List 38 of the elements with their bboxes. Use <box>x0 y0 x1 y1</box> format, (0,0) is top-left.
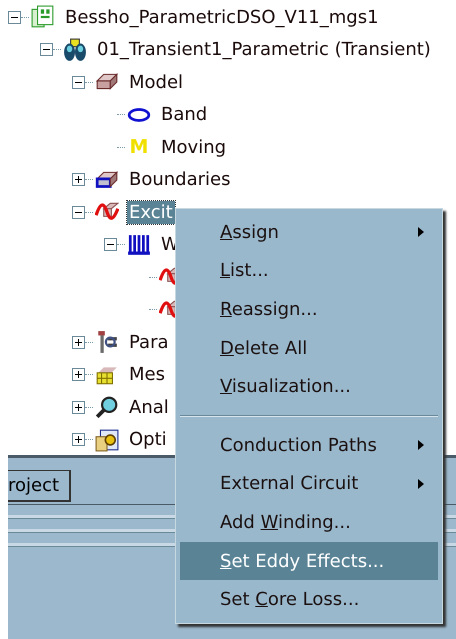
comb-icon <box>127 232 151 257</box>
expander-toggle[interactable] <box>104 238 117 252</box>
menu-item[interactable]: List... <box>180 252 438 290</box>
project-tab[interactable]: roject <box>8 470 72 502</box>
expander-toggle[interactable] <box>72 433 85 446</box>
menu-item[interactable]: Visualization... <box>180 367 438 406</box>
tree-item[interactable]: Mes <box>127 363 167 386</box>
expander-toggle[interactable] <box>40 43 53 56</box>
expander-toggle[interactable] <box>72 206 85 219</box>
expander-toggle[interactable] <box>72 76 85 89</box>
menu-item[interactable]: Add Winding... <box>180 503 438 542</box>
menu-item[interactable]: Conduction Paths <box>180 426 438 465</box>
magnifier-icon <box>95 395 119 420</box>
gear-window-icon <box>95 428 119 452</box>
expander-toggle[interactable] <box>72 173 85 186</box>
menu-item[interactable]: External Circuit <box>180 464 438 504</box>
tree-item[interactable]: Para <box>127 330 171 354</box>
menu-item[interactable]: Delete All <box>180 328 438 368</box>
expander-toggle[interactable] <box>72 400 85 414</box>
tree-item[interactable]: Opti <box>127 428 169 452</box>
tree-item[interactable]: Model <box>127 70 186 94</box>
expander-toggle[interactable] <box>8 10 21 24</box>
binoculars-icon <box>63 38 87 62</box>
documents-icon <box>31 5 55 30</box>
expander-toggle[interactable] <box>72 336 85 349</box>
tree-item[interactable]: Excit <box>127 200 175 224</box>
tree-item[interactable]: Anal <box>127 396 171 419</box>
expander-toggle[interactable] <box>72 368 85 382</box>
tree-item[interactable]: Band <box>159 103 210 126</box>
tree-item[interactable]: Bessho_ParametricDSO_V11_mgs1 <box>63 6 381 29</box>
menu-item[interactable]: Reassign... <box>180 290 438 329</box>
menu-item[interactable]: Assign <box>180 213 438 252</box>
letter-icon: M <box>127 136 151 158</box>
tree-item[interactable]: Boundaries <box>127 168 232 192</box>
tree-item[interactable]: Moving <box>159 136 228 159</box>
tree-item[interactable]: 01_Transient1_Parametric (Transient) <box>95 38 433 62</box>
menu-item[interactable]: Set Eddy Effects... <box>180 542 438 580</box>
menu-item[interactable]: Set Core Loss... <box>180 580 438 619</box>
